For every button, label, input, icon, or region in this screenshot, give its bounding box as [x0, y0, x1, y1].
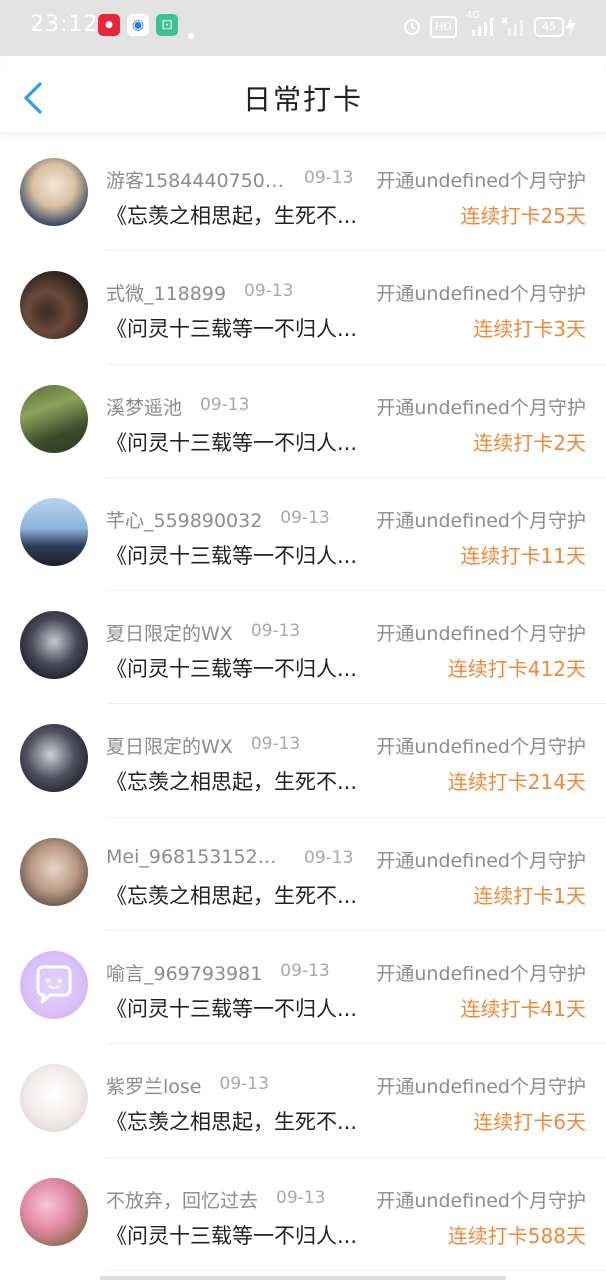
checkin-date: 09-13: [304, 847, 354, 868]
username[interactable]: 喻言_969793981: [106, 959, 262, 986]
checkin-row[interactable]: 紫罗兰lose 09-13 开通undefined个月守护 《忘羡之相思起，生死不..…: [0, 1044, 606, 1158]
avatar[interactable]: [20, 497, 88, 566]
checkin-date: 09-13: [250, 734, 301, 755]
status-bar: 23:12 ● ◉ ⊡ HD 4G 45: [0, 0, 606, 56]
signal-icon: [472, 18, 493, 36]
alarm-icon: [404, 19, 420, 35]
checkin-row[interactable]: 式微_118899 09-13 开通undefined个月守护 《问灵十三载等一不归人…: [0, 251, 606, 365]
status-time: 23:12: [30, 12, 99, 37]
username[interactable]: 溪梦遥池: [106, 393, 182, 420]
more-notifications-icon: [188, 33, 194, 39]
avatar[interactable]: [20, 951, 88, 1020]
charging-icon: [566, 16, 576, 36]
streak-label: 连续打卡25天: [460, 204, 586, 228]
streak-label: 连续打卡6天: [473, 1110, 586, 1135]
app-notification-icon: ◉: [127, 14, 149, 36]
username[interactable]: 夏日限定的WX: [106, 732, 233, 759]
checkin-content: 《问灵十三载等一不归人...: [106, 543, 358, 568]
checkin-content: 《忘羡之相思起，生死不...: [106, 770, 358, 795]
username[interactable]: 夏日限定的WX: [106, 619, 233, 646]
checkin-date: 09-13: [280, 961, 330, 982]
checkin-content: 《问灵十三载等一不归人...: [106, 430, 358, 455]
avatar[interactable]: [20, 384, 88, 453]
guard-status: 开通undefined个月守护: [376, 509, 586, 532]
streak-label: 连续打卡1天: [473, 883, 586, 908]
checkin-row[interactable]: 芊心_559890032 09-13 开通undefined个月守护 《问灵十三载等一…: [0, 478, 606, 592]
checkin-date: 09-13: [304, 168, 354, 188]
app-notification-icon: ●: [98, 14, 120, 36]
checkin-row[interactable]: Mei_96815315207... 09-13 开通undefined个月守护 《忘…: [0, 818, 606, 932]
guard-status: 开通undefined个月守护: [376, 283, 586, 306]
checkin-date: 09-13: [200, 394, 250, 415]
avatar[interactable]: [20, 271, 88, 340]
checkin-row[interactable]: 夏日限定的WX 09-13 开通undefined个月守护 《问灵十三载等一不归人..…: [0, 591, 606, 705]
avatar[interactable]: [20, 158, 88, 226]
hd-icon: HD: [430, 16, 457, 38]
navigation-bar: 日常打卡: [0, 56, 606, 132]
checkin-content: 《问灵十三载等一不归人...: [106, 997, 358, 1022]
username[interactable]: 芊心_559890032: [106, 506, 262, 533]
checkin-date: 09-13: [280, 507, 330, 528]
checkin-date: 09-13: [244, 281, 294, 302]
checkin-row[interactable]: 夏日限定的WX 09-13 开通undefined个月守护 《忘羡之相思起，生死不..…: [0, 704, 606, 818]
avatar[interactable]: [20, 611, 88, 680]
row-divider: [106, 1269, 606, 1271]
streak-label: 连续打卡588天: [447, 1223, 586, 1248]
username[interactable]: 式微_118899: [106, 279, 226, 306]
username[interactable]: 不放弃，回忆过去: [106, 1186, 258, 1213]
checkin-date: 09-13: [219, 1074, 269, 1095]
guard-status: 开通undefined个月守护: [376, 170, 586, 192]
checkin-row[interactable]: 喻言_969793981 09-13 开通undefined个月守护 《问灵十三载等一…: [0, 931, 606, 1045]
scroll-indicator: [100, 1276, 506, 1280]
streak-label: 连续打卡214天: [447, 770, 586, 795]
guard-status: 开通undefined个月守护: [376, 1189, 586, 1212]
page-title: 日常打卡: [242, 83, 363, 116]
streak-label: 连续打卡11天: [460, 543, 586, 568]
app-notification-icon: ⊡: [156, 14, 178, 36]
avatar[interactable]: [20, 1064, 88, 1133]
guard-status: 开通undefined个月守护: [376, 623, 586, 646]
guard-status: 开通undefined个月守护: [376, 736, 586, 759]
username[interactable]: 紫罗兰lose: [106, 1072, 202, 1099]
guard-status: 开通undefined个月守护: [376, 963, 586, 986]
checkin-content: 《问灵十三载等一不归人...: [106, 1223, 358, 1248]
battery-icon: 45: [534, 17, 564, 37]
username[interactable]: 游客15844407500...: [106, 166, 286, 193]
checkin-content: 《忘羡之相思起，生死不...: [106, 204, 358, 228]
streak-label: 连续打卡41天: [460, 997, 586, 1022]
guard-status: 开通undefined个月守护: [376, 1076, 586, 1099]
checkin-date: 09-13: [276, 1187, 326, 1208]
checkin-content: 《问灵十三载等一不归人...: [106, 317, 358, 342]
checkin-content: 《忘羡之相思起，生死不...: [106, 1110, 358, 1135]
checkin-row[interactable]: 不放弃，回忆过去 09-13 开通undefined个月守护 《问灵十三载等一不归人.…: [0, 1158, 606, 1271]
checkin-row[interactable]: 游客15844407500... 09-13 开通undefined个月守护 《忘羡之…: [0, 138, 606, 252]
avatar[interactable]: [20, 837, 88, 906]
streak-label: 连续打卡3天: [473, 317, 586, 342]
guard-status: 开通undefined个月守护: [376, 849, 586, 872]
checkin-content: 《问灵十三载等一不归人...: [106, 657, 358, 682]
chat-bubble-icon: [36, 965, 72, 1004]
checkin-content: 《忘羡之相思起，生死不...: [106, 883, 358, 908]
streak-label: 连续打卡412天: [447, 657, 586, 682]
checkin-row[interactable]: 溪梦遥池 09-13 开通undefined个月守护 《问灵十三载等一不归人... 连续…: [0, 365, 606, 478]
streak-label: 连续打卡2天: [473, 430, 586, 455]
checkin-list: 游客15844407500... 09-13 开通undefined个月守护 《忘羡之…: [0, 138, 606, 1271]
guard-status: 开通undefined个月守护: [376, 396, 586, 419]
username[interactable]: Mei_96815315207...: [106, 846, 286, 868]
signal-secondary-icon: [501, 17, 523, 36]
checkin-date: 09-13: [250, 621, 301, 642]
avatar[interactable]: [20, 1177, 88, 1246]
avatar[interactable]: [20, 724, 88, 793]
